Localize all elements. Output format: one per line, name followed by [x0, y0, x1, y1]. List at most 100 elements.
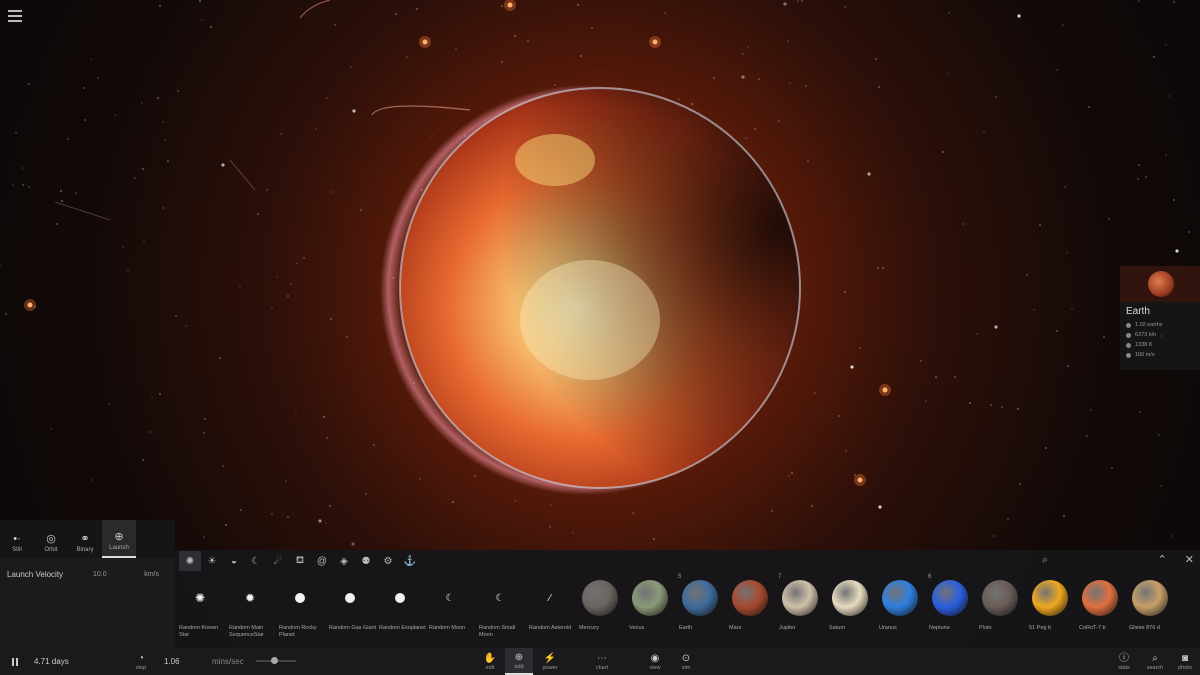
settings-category-icon[interactable]: ⚙: [377, 551, 399, 571]
planet-icon: [782, 580, 818, 616]
planet-category-icon[interactable]: ◒: [223, 551, 245, 571]
radius-icon: [1126, 332, 1131, 338]
speed-slider-knob[interactable]: [270, 657, 278, 664]
add-item-neptune[interactable]: 6 Neptune: [925, 572, 975, 648]
add-item-random-moon[interactable]: ☾ Random Moon: [425, 572, 475, 648]
placement-mode-panel: •· Still ◎ Orbit ⚭ Binary ⊕ Launch: [0, 520, 175, 558]
add-item-saturn[interactable]: Saturn: [825, 572, 875, 648]
speed-slider[interactable]: [256, 657, 296, 664]
search-icon[interactable]: ⌕: [1042, 554, 1048, 567]
launch-velocity-row: Launch Velocity 10.0 km/s: [7, 567, 163, 581]
item-label: Mars: [729, 625, 742, 631]
mode-binary-button[interactable]: ⚭ Binary: [68, 520, 102, 558]
add-button[interactable]: ⊕ add: [505, 648, 533, 675]
add-item-random-main-sequencestar[interactable]: ✹ Random Main SequenceStar: [225, 572, 275, 648]
item-label: Neptune: [929, 625, 950, 631]
add-item-random-rocky-planet[interactable]: Random Rocky Planet: [275, 572, 325, 648]
add-item-random-exoplanet[interactable]: Random Exoplanet: [375, 572, 426, 648]
add-item-random-known-star[interactable]: ✺ Random Known Star: [175, 572, 225, 648]
mode-launch-button[interactable]: ⊕ Launch: [102, 520, 136, 558]
object-dot-icon: [345, 593, 355, 603]
edit-button[interactable]: ✋ edit: [476, 648, 504, 675]
object-stat: 6373 km: [1120, 330, 1200, 340]
mode-still-button[interactable]: •· Still: [0, 520, 34, 558]
object-stat: 1338 K: [1120, 340, 1200, 350]
close-icon[interactable]: ✕: [1185, 553, 1194, 566]
launch-velocity-value: 10.0: [93, 570, 107, 578]
item-count-badge: 5: [678, 574, 682, 580]
info-icon: ⓘ: [1119, 652, 1129, 664]
add-item-pluto[interactable]: Pluto: [975, 572, 1025, 648]
add-item-mars[interactable]: Mars: [725, 572, 775, 648]
item-label: Jupiter: [779, 625, 796, 631]
hamburger-icon[interactable]: [8, 10, 22, 22]
item-label: Gliese 876 d: [1129, 625, 1160, 631]
item-count-badge: 6: [928, 574, 932, 580]
item-label: Random Asteroid: [529, 625, 572, 631]
add-item-jupiter[interactable]: 7 Jupiter: [775, 572, 825, 648]
add-item-gliese-876-d[interactable]: Gliese 876 d: [1125, 572, 1175, 648]
planet-icon: [632, 580, 668, 616]
orbit-icon: ◎: [46, 533, 56, 545]
galaxy-category-icon[interactable]: @: [311, 551, 333, 571]
object-thumbnail: [1120, 266, 1200, 302]
add-item-mercury[interactable]: Mercury: [575, 572, 625, 648]
object-dot-icon: [295, 593, 305, 603]
comet-category-icon[interactable]: ☄: [267, 551, 289, 571]
planet-icon: [932, 580, 968, 616]
still-icon: •·: [13, 533, 21, 545]
item-label: 51 Peg b: [1029, 625, 1052, 631]
sim-button[interactable]: ⊙ sim: [672, 648, 700, 675]
chevron-up-icon[interactable]: ⌃: [1158, 553, 1167, 566]
planet-icon: [582, 580, 618, 616]
add-item-uranus[interactable]: Uranus: [875, 572, 925, 648]
chart-icon: ⋯: [597, 652, 607, 664]
anchor-category-icon[interactable]: ⚓: [399, 551, 421, 571]
bottom-control-bar: 4.71 days ◔ step 1.06 mins/sec ✋ edit ⊕ add…: [0, 648, 1200, 675]
people-category-icon[interactable]: ⚉: [355, 551, 377, 571]
sun-category-icon[interactable]: ☀: [201, 551, 223, 571]
item-label: Mercury: [579, 625, 599, 631]
step-button[interactable]: ◔ step: [127, 648, 155, 675]
item-label: Uranus: [879, 625, 897, 631]
add-item-51-peg-b[interactable]: 51 Peg b: [1025, 572, 1075, 648]
asteroid-category-icon[interactable]: ◈: [333, 551, 355, 571]
planet-icon: [732, 580, 768, 616]
launch-velocity-input[interactable]: 10.0 km/s: [89, 567, 163, 581]
moon-icon: ⁄: [549, 592, 551, 604]
pause-button[interactable]: [8, 648, 22, 675]
sim-time: 4.71 days: [34, 657, 69, 666]
planet-icon: [1032, 580, 1068, 616]
item-label: Random Moon: [429, 625, 466, 631]
add-item-venus[interactable]: Venus: [625, 572, 675, 648]
add-item-corot-7-b[interactable]: CoRoT-7 b: [1075, 572, 1125, 648]
object-items-row: ✺ Random Known Star ✹ Random Main SequenceS…: [175, 572, 1200, 648]
view-button[interactable]: ◉ view: [641, 648, 669, 675]
mode-orbit-button[interactable]: ◎ Orbit: [34, 520, 68, 558]
stars-category-icon[interactable]: ✺: [179, 551, 201, 571]
sim-icon: ⊙: [681, 652, 691, 664]
planet-icon: [882, 580, 918, 616]
item-count-badge: 7: [778, 574, 782, 580]
selected-object-card[interactable]: Earth 1.02 earths 6373 km 1338 K 106 m/s: [1120, 266, 1200, 370]
object-stat: 106 m/s: [1120, 350, 1200, 360]
power-button[interactable]: ⚡ power: [536, 648, 564, 675]
item-label: Random Gas Giant: [329, 625, 377, 631]
object-stat: 1.02 earths: [1120, 320, 1200, 330]
photo-button[interactable]: ◙ photo: [1171, 648, 1199, 675]
moon-icon: ☾: [445, 592, 455, 604]
chart-button[interactable]: ⋯ chart: [588, 648, 616, 675]
add-item-random-asteroid[interactable]: ⁄ Random Asteroid: [525, 572, 575, 648]
moon-category-icon[interactable]: ☾: [245, 551, 267, 571]
item-label: Random Rocky Planet: [279, 625, 317, 638]
ship-category-icon[interactable]: ⛾: [289, 551, 311, 571]
item-label: Pluto: [979, 625, 992, 631]
add-item-random-small-moon[interactable]: ☾ Random Small Moon: [475, 572, 525, 648]
stats-button[interactable]: ⓘ stats: [1110, 648, 1138, 675]
add-item-random-gas-giant[interactable]: Random Gas Giant: [325, 572, 377, 648]
add-item-earth[interactable]: 5 Earth: [675, 572, 725, 648]
item-label: Saturn: [829, 625, 846, 631]
search-icon: ⌕: [1152, 652, 1158, 664]
search-button[interactable]: ⌕ search: [1141, 648, 1169, 675]
launch-velocity-label: Launch Velocity: [7, 569, 64, 579]
